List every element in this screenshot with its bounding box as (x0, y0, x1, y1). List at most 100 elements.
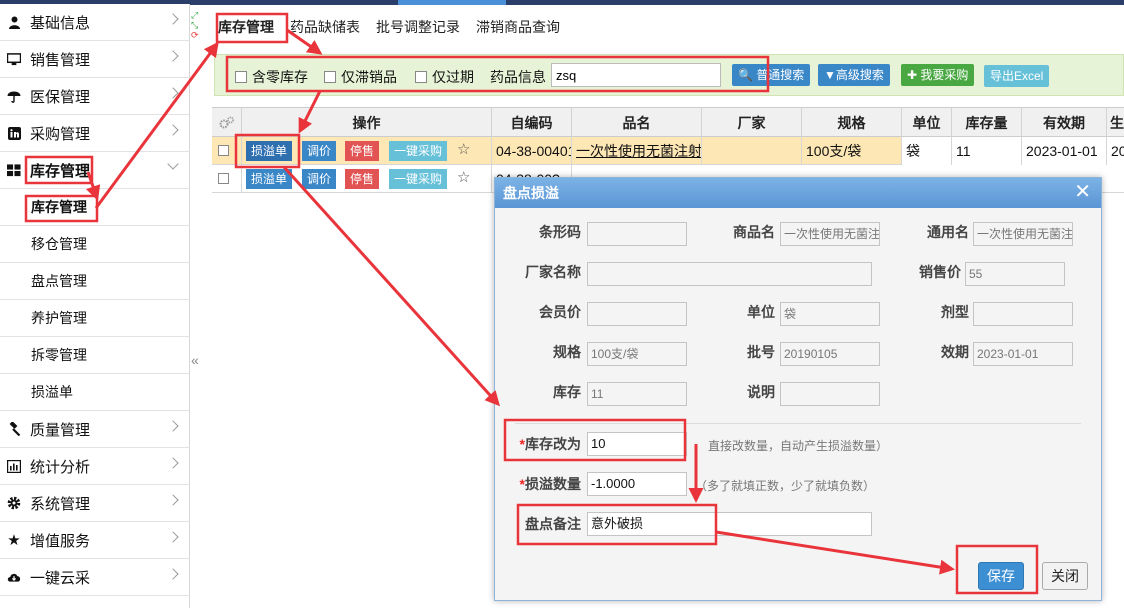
one-click-purchase-button[interactable]: 一键采购 (389, 141, 448, 161)
stock-to-input[interactable]: 10 (587, 432, 687, 456)
column-settings-icon[interactable] (212, 108, 242, 138)
filter-expired-only[interactable]: 仅过期 (415, 67, 474, 87)
unit-field[interactable]: 袋 (780, 302, 880, 326)
sidebar-item-statistics[interactable]: 统计分析 (0, 448, 190, 485)
purchase-button[interactable]: ✚ 我要采购 (901, 64, 975, 86)
maker-field[interactable] (587, 262, 872, 286)
cell-spec: 100支/袋 (802, 137, 902, 165)
row-select-cell (212, 165, 242, 193)
expand-icon[interactable]: ⤢ (191, 10, 203, 20)
tab-shortage[interactable]: 药品缺储表 (282, 14, 368, 40)
common-name-field[interactable]: 一次性使用无菌注 (973, 222, 1073, 246)
sidebar-item-basic-info[interactable]: 基础信息 (0, 4, 190, 41)
sidebar-item-label: 质量管理 (30, 421, 91, 439)
sidebar-item-insurance[interactable]: 医保管理 (0, 78, 190, 115)
purchase-label: 我要采购 (920, 68, 969, 82)
stock-field[interactable]: 11 (587, 382, 687, 406)
sidebar-sub-loss-sheet[interactable]: 损溢单 (0, 374, 190, 411)
stock-to-label: *库存改为 (511, 434, 581, 454)
loss-sheet-button[interactable]: 损溢单 (246, 141, 293, 161)
sidebar-sub-stocktake[interactable]: 盘点管理 (0, 263, 190, 300)
sidebar-item-inventory[interactable]: 库存管理 (0, 152, 190, 189)
collapse-sidebar-icon[interactable]: « (191, 352, 199, 368)
spec-field[interactable]: 100支/袋 (587, 342, 687, 366)
gear-icon (7, 496, 21, 510)
advanced-search-button[interactable]: ▼高级搜索 (818, 64, 890, 86)
product-name-label: 商品名 (733, 224, 775, 240)
cell-name[interactable]: 一次性使用无菌注射器 (572, 137, 702, 165)
loss-qty-label-text: 损溢数量 (525, 476, 581, 492)
cell-unit: 袋 (902, 137, 952, 165)
sidebar-sub-split[interactable]: 拆零管理 (0, 337, 190, 374)
checkbox[interactable] (235, 71, 247, 83)
spec-label: 规格 (553, 344, 581, 360)
chevron-right-icon (167, 50, 179, 62)
table-row[interactable]: 损溢单 调价 停售 一键采购 ☆ 04-38-004013 一次性使用无菌注射器… (212, 137, 1124, 165)
remark-input[interactable]: 意外破损 (587, 512, 872, 536)
annotation-arrow (282, 165, 501, 407)
sidebar-sub-transfer[interactable]: 移仓管理 (0, 226, 190, 263)
normal-search-label: 普通搜索 (756, 68, 805, 82)
chevron-down-icon (167, 158, 179, 170)
checkbox[interactable] (324, 71, 336, 83)
sidebar-item-purchase[interactable]: 采购管理 (0, 115, 190, 152)
note-field[interactable] (780, 382, 880, 406)
common-name-label: 通用名 (927, 224, 969, 240)
normal-search-button[interactable]: 🔍 普通搜索 (732, 64, 811, 86)
monitor-icon (7, 52, 21, 66)
th-maker: 厂家 (702, 108, 802, 138)
stock-to-hint: 直接改数量，自动产生损溢数量） (708, 439, 889, 453)
sale-price-field[interactable]: 55 (965, 262, 1065, 286)
filter-zero-stock[interactable]: 含零库存 (235, 67, 308, 87)
remark-label: 盘点备注 (525, 516, 581, 532)
th-code: 自编码 (492, 108, 572, 138)
adjust-price-button[interactable]: 调价 (302, 169, 337, 189)
sidebar-sub-maintenance[interactable]: 养护管理 (0, 300, 190, 337)
fullscreen-icon[interactable]: ⤡ (191, 20, 203, 30)
stop-sale-button[interactable]: 停售 (345, 141, 380, 161)
tab-inventory[interactable]: 库存管理 (210, 14, 282, 40)
sidebar-item-label: 医保管理 (30, 88, 91, 106)
barcode-field[interactable] (587, 222, 687, 246)
member-price-field[interactable] (587, 302, 687, 326)
filter-slow-only[interactable]: 仅滞销品 (324, 67, 397, 87)
save-button[interactable]: 保存 (978, 562, 1024, 590)
chart-icon (7, 459, 21, 473)
sidebar-item-label: 库存管理 (30, 162, 91, 180)
sidebar-sub-inventory[interactable]: 库存管理 (0, 189, 190, 226)
tab-batch-log[interactable]: 批号调整记录 (368, 14, 468, 40)
close-button[interactable]: 关闭 (1042, 562, 1088, 590)
star-icon[interactable]: ☆ (457, 168, 470, 186)
umbrella-icon (7, 89, 21, 103)
stop-sale-button[interactable]: 停售 (345, 169, 380, 189)
star-icon[interactable]: ☆ (457, 140, 470, 158)
sidebar-item-quality[interactable]: 质量管理 (0, 411, 190, 448)
sidebar-item-cloud-purchase[interactable]: 一键云采 (0, 559, 190, 596)
export-excel-button[interactable]: 导出Excel (984, 65, 1050, 87)
th-extra: 生 (1110, 115, 1124, 131)
batch-field[interactable]: 20190105 (780, 342, 880, 366)
loss-sheet-button[interactable]: 损溢单 (246, 169, 293, 189)
checkbox[interactable] (415, 71, 427, 83)
refresh-icon[interactable]: ⟳ (191, 30, 203, 40)
sidebar-item-sales[interactable]: 销售管理 (0, 41, 190, 78)
sidebar-sub-label: 拆零管理 (31, 347, 87, 363)
tab-slow-moving[interactable]: 滞销商品查询 (468, 14, 568, 40)
sidebar-item-value-added[interactable]: ★ 增值服务 (0, 522, 190, 559)
loss-qty-input[interactable]: -1.0000 (587, 472, 687, 496)
dosage-form-label: 剂型 (941, 304, 969, 320)
table-header: 操作 自编码 品名 厂家 规格 单位 库存量 有效期 生 (212, 107, 1124, 138)
chevron-right-icon (167, 13, 179, 25)
close-icon[interactable]: ✕ (1074, 181, 1091, 203)
th-unit: 单位 (902, 108, 952, 138)
barcode-label: 条形码 (539, 224, 581, 240)
adjust-price-button[interactable]: 调价 (302, 141, 337, 161)
expiry-field[interactable]: 2023-01-01 (973, 342, 1073, 366)
one-click-purchase-button[interactable]: 一键采购 (389, 169, 448, 189)
dosage-form-field[interactable] (973, 302, 1073, 326)
drug-info-input[interactable] (551, 63, 721, 87)
stocktake-loss-dialog: 盘点损溢 ✕ 条形码 商品名 一次性使用无菌注 通用名 一次性使用无菌注 厂家名… (494, 177, 1102, 601)
product-name-field[interactable]: 一次性使用无菌注 (780, 222, 880, 246)
sidebar-item-system[interactable]: 系统管理 (0, 485, 190, 522)
loss-qty-label: *损溢数量 (511, 474, 581, 494)
